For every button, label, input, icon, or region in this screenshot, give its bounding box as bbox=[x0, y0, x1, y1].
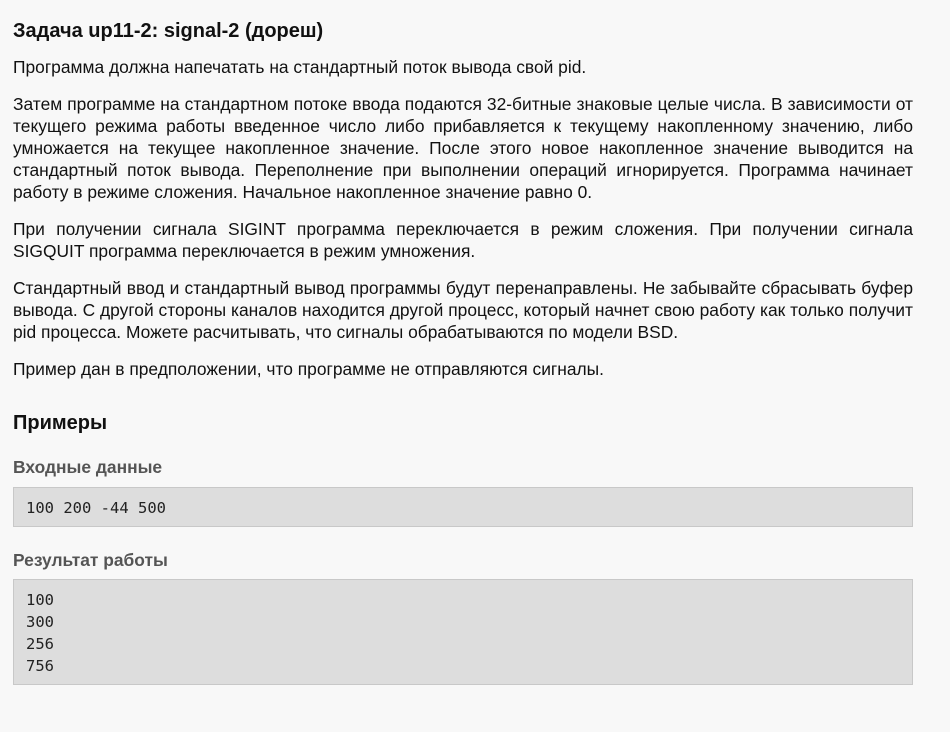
problem-title: Задача up11-2: signal-2 (дореш) bbox=[13, 20, 324, 42]
statement-paragraph-1: Программа должна напечатать на стандартн… bbox=[13, 57, 587, 77]
statement-paragraph-3: При получении сигнала SIGINT программа п… bbox=[13, 219, 913, 261]
output-line: 756 bbox=[26, 657, 54, 675]
examples-heading: Примеры bbox=[13, 412, 108, 434]
statement-paragraph-4: Стандартный ввод и стандартный вывод про… bbox=[13, 278, 913, 342]
output-label: Результат работы bbox=[13, 550, 168, 570]
input-data-box[interactable]: 100 200 -44 500 bbox=[13, 487, 913, 527]
input-label: Входные данные bbox=[13, 457, 163, 477]
output-line: 256 bbox=[26, 635, 54, 653]
output-data-box[interactable]: 100 300 256 756 bbox=[13, 579, 913, 685]
statement-paragraph-5: Пример дан в предположении, что программ… bbox=[13, 359, 605, 379]
output-line: 300 bbox=[26, 613, 54, 631]
output-line: 100 bbox=[26, 591, 54, 609]
problem-page: Задача up11-2: signal-2 (дореш) Программ… bbox=[0, 0, 950, 732]
input-data-value: 100 200 -44 500 bbox=[26, 499, 166, 517]
statement-paragraph-2: Затем программе на стандартном потоке вв… bbox=[13, 94, 913, 202]
